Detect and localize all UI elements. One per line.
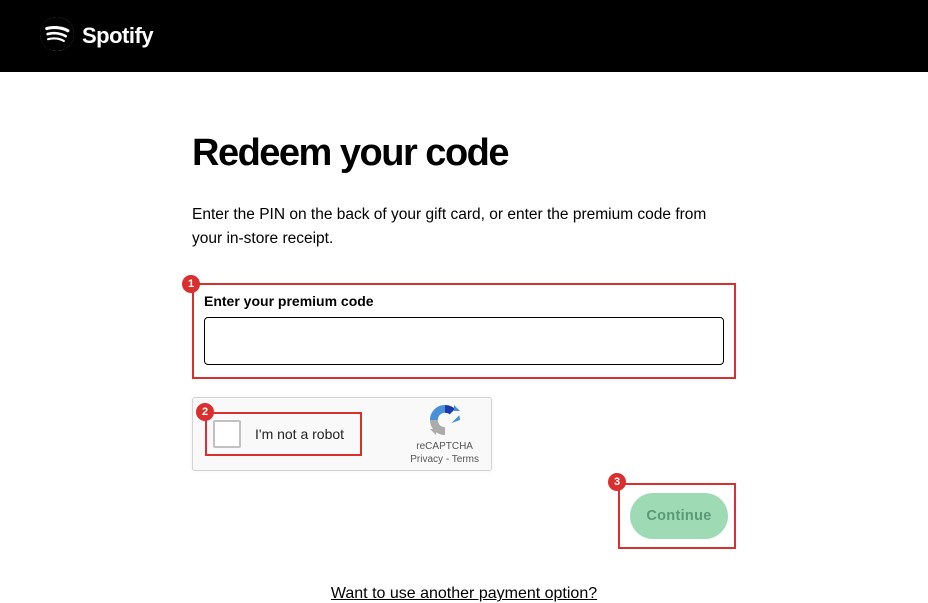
page-title: Redeem your code <box>192 132 736 175</box>
header-bar: Spotify <box>0 0 928 72</box>
brand-text: Spotify <box>82 23 153 49</box>
alt-payment-link[interactable]: Want to use another payment option? <box>331 585 597 602</box>
recaptcha-brand-text: reCAPTCHA <box>410 440 479 453</box>
annotation-marker: 1 <box>182 275 200 293</box>
main-content: Redeem your code Enter the PIN on the ba… <box>0 72 928 603</box>
code-field-group: 1 Enter your premium code <box>192 283 736 379</box>
premium-code-input[interactable] <box>204 317 724 365</box>
recaptcha-widget: 2 I'm not a robot reCAPTCHA Privacy - Te… <box>192 397 492 471</box>
brand-logo[interactable]: Spotify <box>40 17 153 56</box>
recaptcha-privacy-link[interactable]: Privacy <box>410 454 443 465</box>
recaptcha-terms-link[interactable]: Terms <box>452 454 479 465</box>
continue-button[interactable]: Continue <box>630 493 728 539</box>
recaptcha-branding: reCAPTCHA Privacy - Terms <box>410 402 479 466</box>
recaptcha-checkbox[interactable] <box>213 420 241 448</box>
page-description: Enter the PIN on the back of your gift c… <box>192 203 736 251</box>
recaptcha-label: I'm not a robot <box>255 426 344 442</box>
code-input-label: Enter your premium code <box>204 293 724 309</box>
spotify-icon <box>40 17 74 56</box>
recaptcha-icon <box>427 402 463 438</box>
separator: - <box>443 454 452 465</box>
annotation-marker: 2 <box>196 403 214 421</box>
annotation-marker: 3 <box>608 473 626 491</box>
